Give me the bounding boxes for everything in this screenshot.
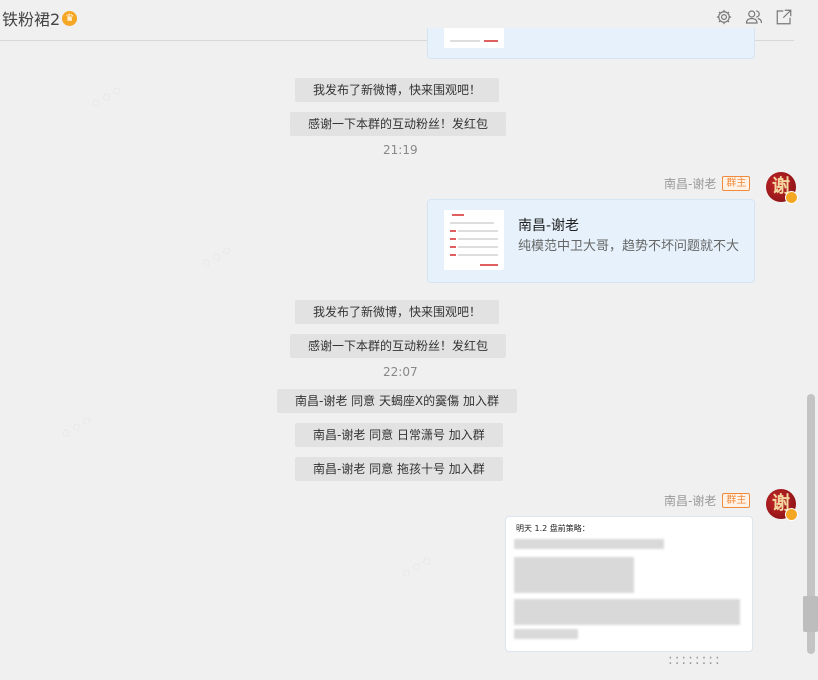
system-message: 感谢一下本群的互动粉丝！发红包 <box>290 112 507 136</box>
gear-icon[interactable] <box>714 7 734 27</box>
sender-label: 南昌-谢老 群主 <box>664 175 751 192</box>
image-caption: 明天 1.2 盘前策略： <box>516 524 590 533</box>
blurred-content <box>514 599 740 625</box>
blurred-content <box>514 539 664 549</box>
verified-icon <box>785 191 798 204</box>
verified-icon <box>785 508 798 521</box>
avatar[interactable]: 谢 <box>766 489 798 521</box>
system-message: 南昌-谢老 同意 拖孩十号 加入群 <box>295 457 503 481</box>
more-dots-icon[interactable]: :::::::: <box>668 652 722 668</box>
sender-name: 南昌-谢老 <box>664 177 717 191</box>
sender-label: 南昌-谢老 群主 <box>664 492 751 509</box>
sender-name: 南昌-谢老 <box>664 494 717 508</box>
share-out-icon[interactable] <box>774 7 794 27</box>
watermark: ◇ ◇ ◇ <box>398 552 434 581</box>
scrollbar-handle[interactable] <box>803 596 818 632</box>
card-thumbnail <box>444 210 504 270</box>
avatar[interactable]: 谢 <box>766 172 798 204</box>
crown-badge-icon: ♛ <box>62 10 78 26</box>
system-message: 南昌-谢老 同意 天蝎座X的霙傷 加入群 <box>277 389 517 413</box>
system-message: 我发布了新微博，快来围观吧！ <box>295 78 500 102</box>
group-members-icon[interactable] <box>744 7 764 27</box>
watermark: ◇ ◇ ◇ <box>88 82 124 111</box>
blurred-content <box>514 557 634 593</box>
timestamp: 21:19 <box>383 143 418 157</box>
timestamp: 22:07 <box>383 365 418 379</box>
system-message: 感谢一下本群的互动粉丝！发红包 <box>290 334 507 358</box>
card-thumbnail <box>444 28 504 48</box>
system-message: 我发布了新微博，快来围观吧！ <box>295 300 500 324</box>
system-message: 南昌-谢老 同意 日常潇号 加入群 <box>295 423 503 447</box>
watermark: ◇ ◇ ◇ <box>58 412 94 441</box>
card-description: 纯模范中卫大哥，趋势不坏问题就不大 <box>518 239 740 254</box>
group-title: 铁粉裙2 ♛ <box>2 6 78 30</box>
link-card-partial[interactable] <box>427 28 755 59</box>
owner-badge: 群主 <box>722 493 751 508</box>
watermark: ◇ ◇ ◇ <box>198 242 234 271</box>
card-title: 南昌-谢老 <box>518 218 580 234</box>
group-name: 铁粉裙2 <box>2 10 61 29</box>
owner-badge: 群主 <box>722 176 751 191</box>
link-card[interactable]: 南昌-谢老 纯模范中卫大哥，趋势不坏问题就不大 <box>427 199 755 283</box>
image-message[interactable]: 明天 1.2 盘前策略： <box>505 516 753 652</box>
blurred-content <box>514 629 578 639</box>
